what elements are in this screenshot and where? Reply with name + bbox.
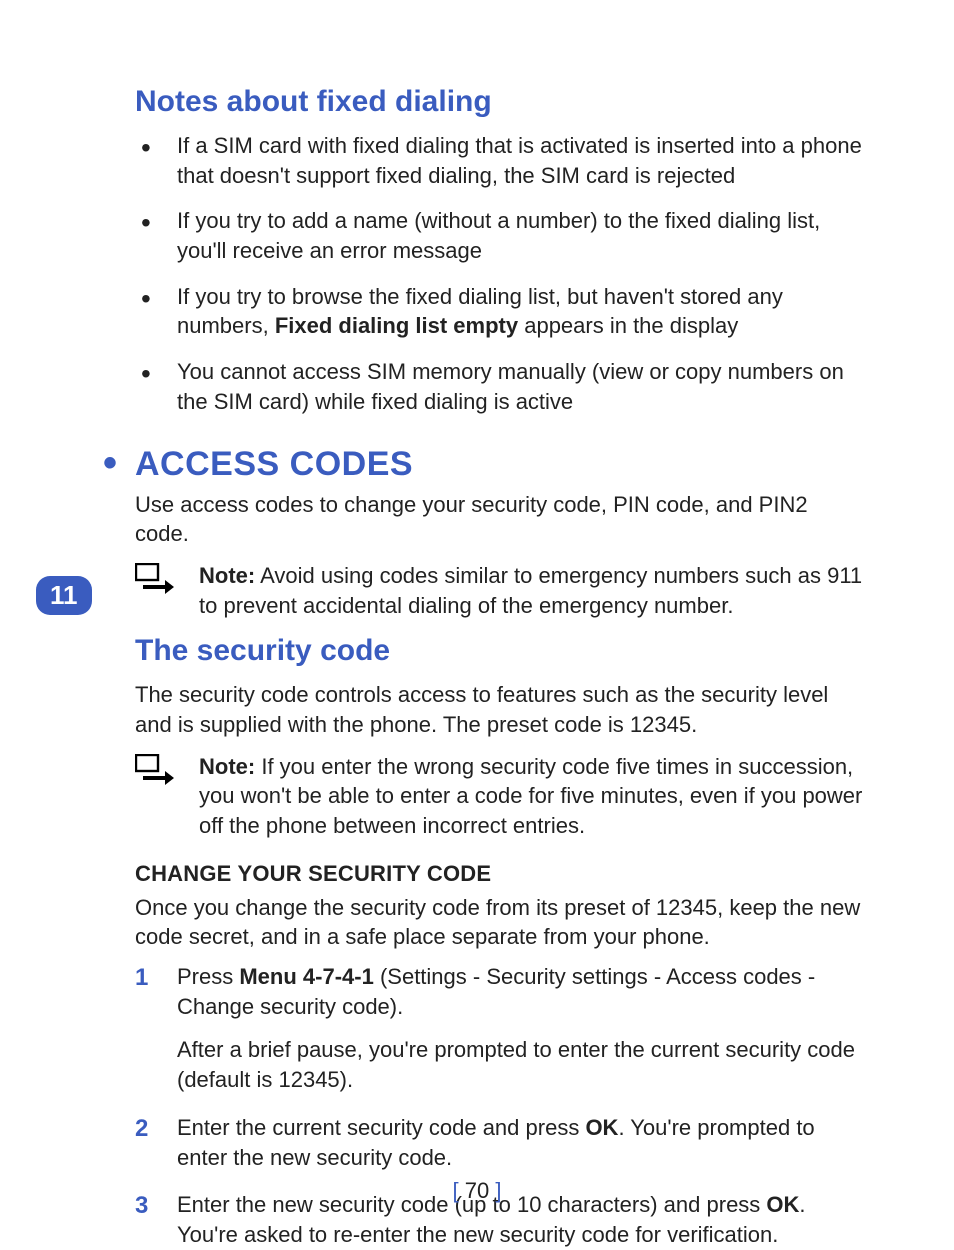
list-item: You cannot access SIM memory manually (v…: [135, 357, 864, 416]
page-number: 70: [465, 1178, 489, 1203]
note-text: Note: Avoid using codes similar to emerg…: [199, 561, 864, 620]
heading-security-code: The security code: [135, 634, 864, 668]
step-subtext: After a brief pause, you're prompted to …: [177, 1035, 864, 1094]
text-bold: OK: [585, 1115, 618, 1140]
change-intro: Once you change the security code from i…: [135, 893, 864, 952]
note-label: Note:: [199, 754, 255, 779]
note-arrow-icon: [135, 563, 179, 600]
text-run: Avoid using codes similar to emergency n…: [199, 563, 862, 618]
bracket-left: [: [453, 1178, 465, 1203]
note-block: Note: If you enter the wrong security co…: [135, 752, 864, 841]
fixed-dialing-notes-list: If a SIM card with fixed dialing that is…: [135, 131, 864, 417]
list-item: If a SIM card with fixed dialing that is…: [135, 131, 864, 190]
bracket-right: ]: [489, 1178, 501, 1203]
text-bold: Menu 4-7-4-1: [239, 964, 373, 989]
thumb-tab-chapter-number: 11: [36, 576, 92, 615]
step-item: 2 Enter the current security code and pr…: [135, 1113, 864, 1172]
note-text: Note: If you enter the wrong security co…: [199, 752, 864, 841]
text-run: appears in the display: [518, 313, 738, 338]
heading-access-codes: Access codes: [105, 445, 864, 484]
note-label: Note:: [199, 563, 255, 588]
security-code-intro: The security code controls access to fea…: [135, 680, 864, 739]
text-bold: Fixed dialing list empty: [275, 313, 518, 338]
heading-notes-fixed-dialing: Notes about fixed dialing: [135, 85, 864, 119]
access-codes-intro: Use access codes to change your security…: [135, 490, 864, 549]
text-run: If you enter the wrong security code fiv…: [199, 754, 862, 838]
text-run: Enter the current security code and pres…: [177, 1115, 585, 1140]
text-run: Press: [177, 964, 239, 989]
heading-change-security-code: Change your security code: [135, 861, 864, 887]
note-block: Note: Avoid using codes similar to emerg…: [135, 561, 864, 620]
note-arrow-icon: [135, 754, 179, 791]
manual-page: 11 Notes about fixed dialing If a SIM ca…: [0, 0, 954, 1248]
change-security-code-steps: 1 Press Menu 4-7-4-1 (Settings - Securit…: [135, 962, 864, 1250]
list-item: If you try to add a name (without a numb…: [135, 206, 864, 265]
step-item: 1 Press Menu 4-7-4-1 (Settings - Securit…: [135, 962, 864, 1095]
step-number: 2: [135, 1113, 148, 1145]
step-number: 1: [135, 962, 148, 994]
list-item: If you try to browse the fixed dialing l…: [135, 282, 864, 341]
page-footer: [ 70 ]: [0, 1178, 954, 1204]
